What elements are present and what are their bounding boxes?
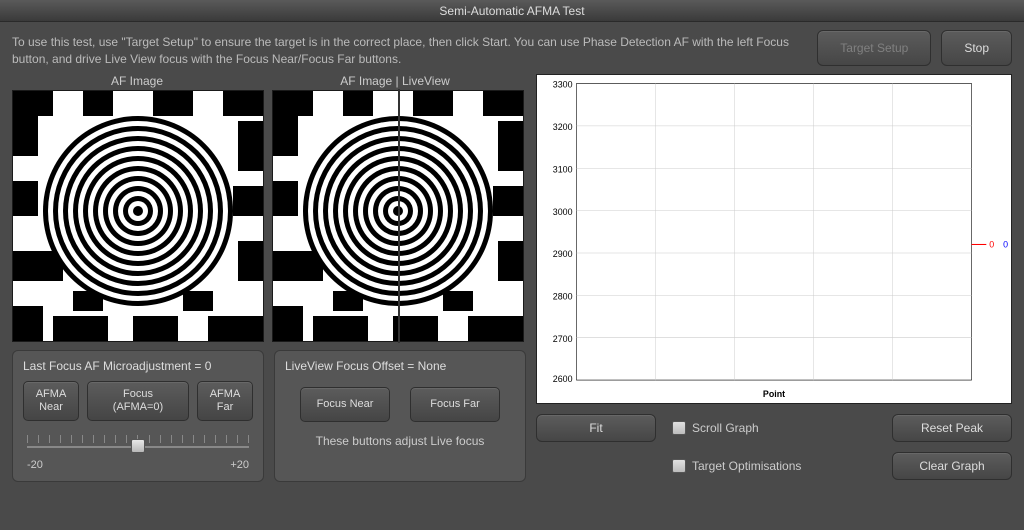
graph-area: 3300 3200 3100 3000 2900 2800 2700 2600 … bbox=[536, 74, 1012, 404]
focus-near-button[interactable]: Focus Near bbox=[300, 387, 390, 422]
afma-far-button[interactable]: AFMAFar bbox=[197, 381, 253, 421]
lv-panel-title: LiveView Focus Offset = None bbox=[285, 359, 515, 373]
instructions-text: To use this test, use "Target Setup" to … bbox=[12, 30, 807, 68]
ytick: 2900 bbox=[553, 249, 573, 259]
afma-slider[interactable]: -20 +20 bbox=[23, 431, 253, 471]
reset-peak-button[interactable]: Reset Peak bbox=[892, 414, 1012, 442]
fit-button[interactable]: Fit bbox=[536, 414, 656, 442]
liveview-panel: LiveView Focus Offset = None Focus Near … bbox=[274, 350, 526, 482]
ytick: 2800 bbox=[553, 291, 573, 301]
scroll-graph-checkbox[interactable]: Scroll Graph bbox=[672, 421, 876, 435]
slider-min-label: -20 bbox=[27, 459, 43, 471]
legend-item: 0 bbox=[1003, 239, 1008, 249]
afma-panel-title: Last Focus AF Microadjustment = 0 bbox=[23, 359, 253, 373]
window-title: Semi-Automatic AFMA Test bbox=[0, 0, 1024, 22]
ytick: 3300 bbox=[553, 79, 573, 89]
legend-item: 0 bbox=[989, 239, 994, 249]
afma-near-button[interactable]: AFMANear bbox=[23, 381, 79, 421]
split-label: AF Image | LiveView bbox=[262, 74, 528, 88]
ytick: 3100 bbox=[553, 164, 573, 174]
target-opt-label: Target Optimisations bbox=[692, 459, 801, 473]
slider-thumb[interactable] bbox=[131, 439, 145, 453]
lv-caption: These buttons adjust Live focus bbox=[285, 434, 515, 448]
stop-button[interactable]: Stop bbox=[941, 30, 1012, 66]
target-opt-checkbox[interactable]: Target Optimisations bbox=[672, 459, 876, 473]
afma-focus-button[interactable]: Focus(AFMA=0) bbox=[87, 381, 189, 421]
af-image-thumb bbox=[12, 90, 264, 342]
af-image-label: AF Image bbox=[12, 74, 262, 88]
ytick: 3000 bbox=[553, 206, 573, 216]
ytick: 2700 bbox=[553, 333, 573, 343]
af-liveview-thumb bbox=[272, 90, 524, 342]
target-setup-button[interactable]: Target Setup bbox=[817, 30, 931, 66]
x-axis-label: Point bbox=[763, 388, 785, 398]
checkbox-icon bbox=[672, 459, 686, 473]
slider-max-label: +20 bbox=[230, 459, 249, 471]
ytick: 2600 bbox=[553, 374, 573, 384]
ytick: 3200 bbox=[553, 121, 573, 131]
checkbox-icon bbox=[672, 421, 686, 435]
split-divider[interactable] bbox=[398, 89, 400, 343]
clear-graph-button[interactable]: Clear Graph bbox=[892, 452, 1012, 480]
scroll-graph-label: Scroll Graph bbox=[692, 421, 759, 435]
focus-far-button[interactable]: Focus Far bbox=[410, 387, 500, 422]
afma-panel: Last Focus AF Microadjustment = 0 AFMANe… bbox=[12, 350, 264, 482]
